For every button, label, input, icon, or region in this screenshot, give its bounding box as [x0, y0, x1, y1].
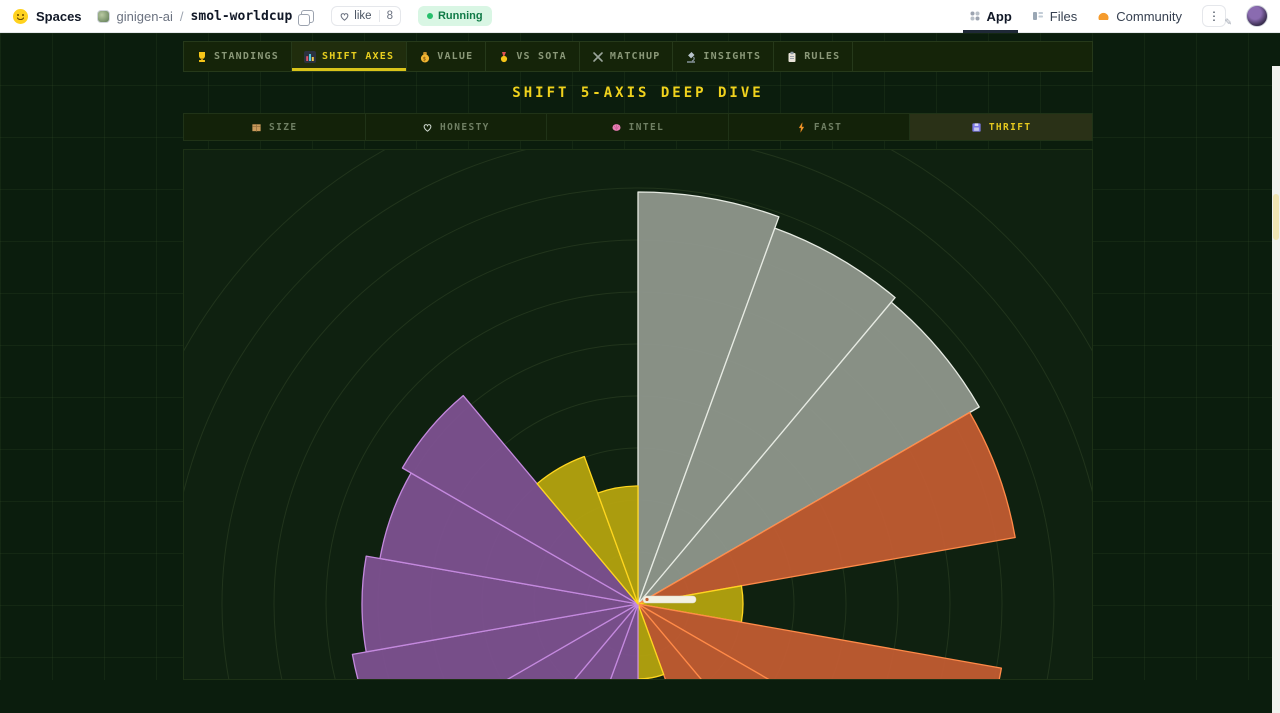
rose-chart[interactable]	[184, 150, 1092, 679]
app-icon	[970, 11, 980, 21]
kebab-icon: ⋮	[1208, 9, 1220, 23]
tooltip-marker	[645, 597, 649, 602]
tab-rules[interactable]: RULES	[774, 42, 854, 71]
microscope-icon	[687, 51, 696, 63]
money-bag-icon: $	[421, 51, 430, 62]
hf-header: Spaces ginigen-ai / smol-worldcup like 8…	[0, 0, 1280, 33]
org-link[interactable]: ginigen-ai	[117, 9, 173, 24]
tab-insights[interactable]: INSIGHTS	[673, 42, 775, 71]
tab-value[interactable]: $ VALUE	[407, 42, 487, 71]
tab-matchup[interactable]: MATCHUP	[580, 42, 674, 71]
tab-shift-axes[interactable]: SHIFT AXES	[292, 42, 408, 71]
tab-vs-sota[interactable]: VS SOTA	[486, 42, 580, 71]
tab-app-label: App	[986, 8, 1012, 24]
subtab-thrift-label: THRIFT	[988, 121, 1032, 133]
subtab-fast[interactable]: FAST	[729, 114, 911, 140]
subtab-size-label: SIZE	[269, 121, 298, 133]
metric-subtabs: SIZE HONESTY INTEL FAST THRIFT	[183, 113, 1093, 141]
huggingface-logo-icon	[13, 8, 28, 24]
running-label: Running	[437, 10, 483, 22]
brain-icon	[612, 123, 621, 131]
tab-matchup-label: MATCHUP	[609, 51, 661, 62]
package-icon	[252, 123, 261, 132]
medal-icon	[501, 51, 508, 62]
tab-community[interactable]: Community	[1097, 0, 1182, 33]
clipboard-icon	[788, 51, 796, 62]
community-icon	[1098, 12, 1109, 20]
tab-value-label: VALUE	[437, 51, 474, 62]
tab-community-label: Community	[1116, 8, 1182, 24]
link-icon: ✎	[1224, 17, 1232, 27]
main-tabbar: STANDINGS SHIFT AXES $ VALUE VS SOTA MAT…	[183, 41, 1093, 72]
trophy-icon	[199, 51, 205, 62]
running-status-badge: Running	[417, 6, 492, 26]
like-count[interactable]: 8	[378, 10, 400, 22]
scrollbar-track[interactable]	[1272, 66, 1280, 713]
subtab-intel-label: INTEL	[628, 121, 665, 133]
tab-rules-label: RULES	[804, 51, 841, 62]
floppy-disk-icon	[972, 122, 981, 132]
repo-link[interactable]: smol-worldcup	[191, 9, 293, 24]
subtab-fast-label: FAST	[813, 121, 843, 133]
chart-panel	[183, 149, 1093, 680]
tab-files[interactable]: Files	[1032, 0, 1077, 33]
tab-standings-label: STANDINGS	[214, 51, 279, 62]
subtab-thrift[interactable]: THRIFT	[910, 114, 1092, 140]
page-title: SHIFT 5-AXIS DEEP DIVE	[512, 85, 764, 101]
running-dot-icon	[426, 13, 433, 19]
heart-icon	[340, 12, 349, 21]
user-avatar[interactable]	[1246, 5, 1268, 27]
like-label: like	[354, 10, 372, 22]
crossed-swords-icon	[593, 51, 603, 62]
tab-insights-label: INSIGHTS	[703, 51, 762, 62]
app-area: STANDINGS SHIFT AXES $ VALUE VS SOTA MAT…	[0, 33, 1280, 713]
scrollbar-thumb[interactable]	[1273, 194, 1279, 240]
subtab-size[interactable]: SIZE	[184, 114, 366, 140]
path-separator: /	[179, 8, 184, 24]
copy-icon[interactable]	[298, 9, 315, 26]
subtab-honesty-label: HONESTY	[439, 121, 490, 133]
tab-shift-axes-label: SHIFT AXES	[322, 51, 395, 62]
org-avatar[interactable]	[96, 9, 110, 23]
bar-chart-icon	[304, 50, 316, 63]
tab-app[interactable]: App	[962, 0, 1019, 33]
heart-outline-icon	[423, 123, 432, 132]
like-widget[interactable]: like 8	[331, 6, 401, 26]
lightning-icon	[798, 122, 805, 132]
files-icon	[1032, 12, 1043, 20]
tab-files-label: Files	[1049, 8, 1078, 24]
hover-tooltip	[642, 595, 697, 604]
spaces-brand[interactable]: Spaces	[36, 9, 82, 24]
tab-standings[interactable]: STANDINGS	[184, 42, 292, 71]
svg-text:$: $	[423, 56, 428, 62]
subtab-intel[interactable]: INTEL	[547, 114, 729, 140]
kebab-menu-button[interactable]: ⋮ ✎	[1202, 5, 1232, 27]
subtab-honesty[interactable]: HONESTY	[366, 114, 548, 140]
tab-vs-sota-label: VS SOTA	[516, 51, 567, 62]
